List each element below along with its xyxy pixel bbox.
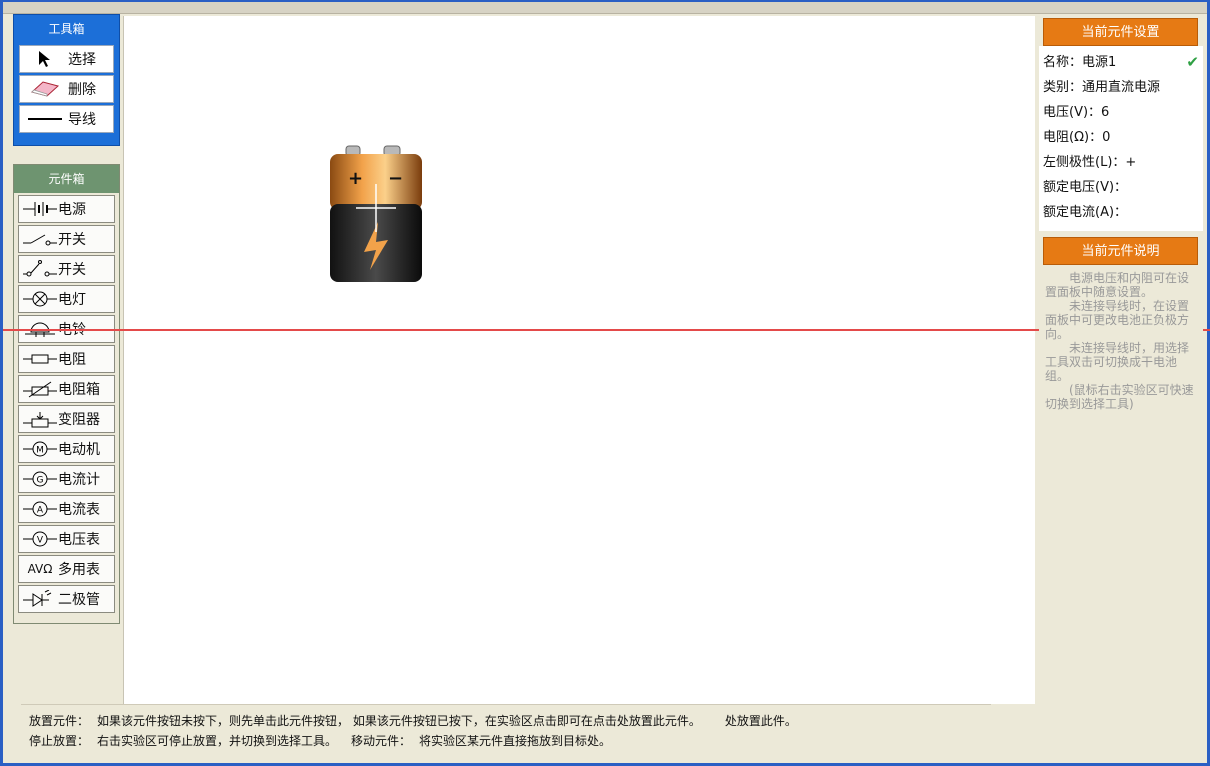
diode-symbol-icon <box>22 589 58 609</box>
lamp-symbol-icon <box>22 289 58 309</box>
component-label: 电流计 <box>58 472 100 488</box>
component-label: 开关 <box>58 262 86 278</box>
component-button-resistor[interactable]: 电阻 <box>18 345 115 373</box>
status-place-label: 放置元件： <box>29 714 90 728</box>
delete-tool-button[interactable]: 删除 <box>19 75 114 103</box>
component-label: 电阻 <box>58 352 86 368</box>
select-tool-button[interactable]: 选择 <box>19 45 114 73</box>
setting-rated-voltage[interactable]: 额定电压(V)： <box>1043 175 1199 200</box>
eraser-icon <box>26 79 64 99</box>
check-icon: ✔ <box>1186 53 1199 71</box>
description-line: 未连接导线时，在设置面板中可更改电池正负极方向。 <box>1045 299 1190 341</box>
svg-text:G: G <box>37 476 44 486</box>
status-place-text: 如果该元件按钮未按下，则先单击此元件按钮， 如果该元件按钮已按下，在实验区点击即… <box>97 714 701 728</box>
setting-voltage[interactable]: 电压(V)：6 <box>1043 100 1199 125</box>
component-button-spdt-switch[interactable]: 开关 <box>18 255 115 283</box>
component-button-multimeter[interactable]: AVΩ 多用表 <box>18 555 115 583</box>
toolbox-title: 工具箱 <box>48 22 85 36</box>
motor-symbol-icon: M <box>22 439 58 459</box>
status-place-tail: 处放置此件。 <box>724 714 797 728</box>
description-line: 未连接导线时，用选择工具双击可切换成干电池组。 <box>1045 341 1190 383</box>
wire-tool-label: 导线 <box>68 112 96 128</box>
component-label: 电阻箱 <box>58 382 100 398</box>
component-button-lamp[interactable]: 电灯 <box>18 285 115 313</box>
component-panel-title: 元件箱 <box>14 165 119 193</box>
description-header: 当前元件说明 <box>1043 237 1198 265</box>
positive-terminal-label: + <box>348 168 364 189</box>
setting-name-text: 名称：电源1 <box>1043 55 1117 70</box>
component-label: 电源 <box>58 202 86 218</box>
component-button-power[interactable]: 电源 <box>18 195 115 223</box>
settings-header: 当前元件设置 <box>1043 18 1198 46</box>
voltmeter-symbol-icon: V <box>22 529 58 549</box>
rheostat-symbol-icon <box>22 409 58 429</box>
wire-tool-button[interactable]: 导线 <box>19 105 114 133</box>
component-label: 二极管 <box>58 592 100 608</box>
multimeter-symbol-icon: AVΩ <box>27 562 53 576</box>
component-label: 电压表 <box>58 532 100 548</box>
component-label: 电流表 <box>58 502 100 518</box>
resistor-symbol-icon <box>22 349 58 369</box>
component-button-ammeter[interactable]: A 电流表 <box>18 495 115 523</box>
wire-line-icon <box>26 109 64 129</box>
description-line: 电源电压和内阻可在设置面板中随意设置。 <box>1045 271 1190 299</box>
component-label: 开关 <box>58 232 86 248</box>
component-button-switch[interactable]: 开关 <box>18 225 115 253</box>
ammeter-symbol-icon: A <box>22 499 58 519</box>
status-stop-label: 停止放置： <box>29 734 90 748</box>
component-button-diode[interactable]: 二极管 <box>18 585 115 613</box>
setting-polarity[interactable]: 左侧极性(L)：+ <box>1043 150 1199 175</box>
component-label: 多用表 <box>58 562 100 578</box>
setting-resistance[interactable]: 电阻(Ω)：0 <box>1043 125 1199 150</box>
component-label: 变阻器 <box>58 412 100 428</box>
component-label: 电灯 <box>58 292 86 308</box>
component-button-rheostat[interactable]: 变阻器 <box>18 405 115 433</box>
delete-tool-label: 删除 <box>68 82 96 98</box>
description-line: (鼠标右击实验区可快速切换到选择工具) <box>1045 383 1194 411</box>
select-tool-label: 选择 <box>68 52 96 68</box>
setting-rated-current[interactable]: 额定电流(A)： <box>1043 200 1199 225</box>
settings-panel: 名称：电源1 ✔ 类别：通用直流电源 电压(V)：6 电阻(Ω)：0 左侧极性(… <box>1039 46 1203 231</box>
svg-text:A: A <box>37 506 44 516</box>
status-move-text: 将实验区某元件直接拖放到目标处。 <box>419 734 612 748</box>
status-move-label: 移动元件： <box>351 734 412 748</box>
spdt-switch-symbol-icon <box>22 259 58 279</box>
negative-terminal-label: − <box>388 168 404 189</box>
component-button-galvanometer[interactable]: G 电流计 <box>18 465 115 493</box>
horizontal-guide-line <box>3 329 1210 331</box>
battery-component[interactable]: + − <box>328 144 424 284</box>
component-panel: 元件箱 电源 开关 开关 电灯 电铃 电阻 电阻箱 变阻器 M 电动机 G 电流… <box>13 164 120 624</box>
svg-text:M: M <box>36 446 44 456</box>
arrow-cursor-icon <box>26 49 64 69</box>
component-label: 电动机 <box>58 442 100 458</box>
component-button-voltmeter[interactable]: V 电压表 <box>18 525 115 553</box>
component-button-motor[interactable]: M 电动机 <box>18 435 115 463</box>
toolbox-panel: 工具箱 选择 删除 导线 <box>13 14 120 146</box>
experiment-canvas[interactable]: + − <box>123 16 1035 704</box>
right-panel: 当前元件设置 名称：电源1 ✔ 类别：通用直流电源 电压(V)：6 电阻(Ω)：… <box>1039 16 1203 746</box>
top-bar <box>3 2 1207 14</box>
resistor-box-symbol-icon <box>22 379 58 399</box>
description-panel: 电源电压和内阻可在设置面板中随意设置。 未连接导线时，在设置面板中可更改电池正负… <box>1039 265 1203 411</box>
galvanometer-symbol-icon: G <box>22 469 58 489</box>
switch-symbol-icon <box>22 229 58 249</box>
setting-name[interactable]: 名称：电源1 ✔ <box>1043 50 1199 75</box>
svg-text:V: V <box>37 536 44 546</box>
battery-symbol-icon <box>22 199 58 219</box>
component-button-resistor-box[interactable]: 电阻箱 <box>18 375 115 403</box>
status-stop-text: 右击实验区可停止放置，并切换到选择工具。 <box>97 734 338 748</box>
app-window: 工具箱 选择 删除 导线 元件箱 电源 开关 开关 电灯 电铃 电阻 电阻箱 变… <box>0 0 1210 766</box>
status-bar: 放置元件： 如果该元件按钮未按下，则先单击此元件按钮， 如果该元件按钮已按下，在… <box>21 704 991 754</box>
setting-type[interactable]: 类别：通用直流电源 <box>1043 75 1199 100</box>
